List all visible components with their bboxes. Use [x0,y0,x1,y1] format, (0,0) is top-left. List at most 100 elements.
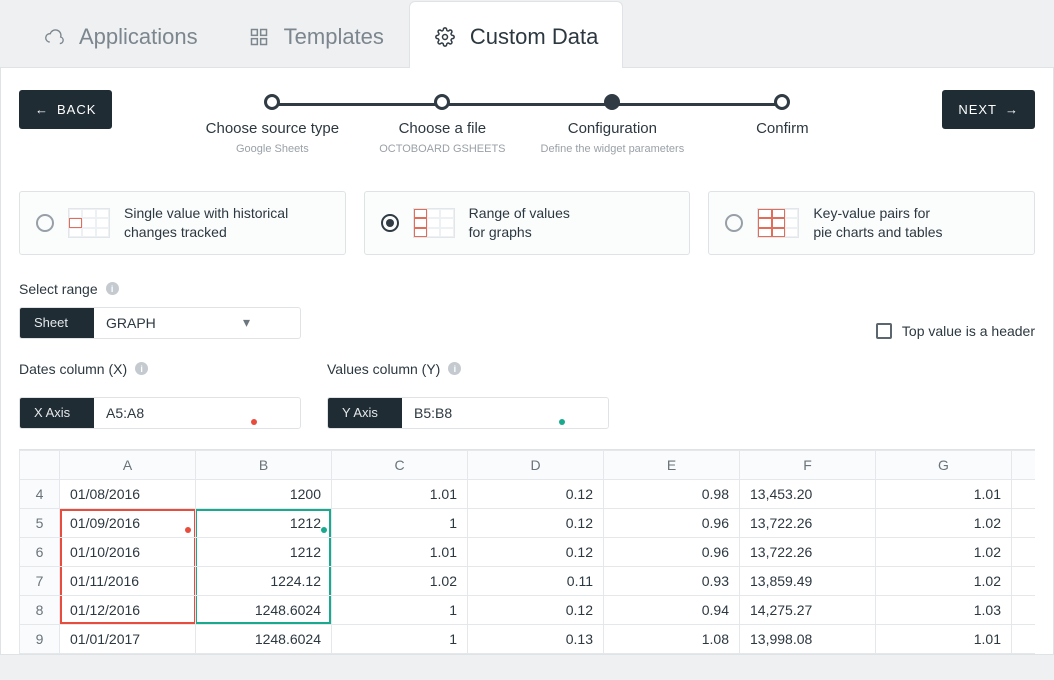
cell[interactable]: 1248.6024 [196,624,332,653]
spreadsheet-preview: A B C D E F G 401/08/201612001.010.120.9… [19,449,1035,654]
cell[interactable]: 1.02 [332,566,468,595]
cell[interactable]: 1.01 [876,624,1012,653]
cell[interactable]: 1.01 [876,479,1012,508]
col-header[interactable]: A [60,450,196,479]
cell[interactable]: 1200 [196,479,332,508]
cell[interactable]: 0.96 [604,508,740,537]
cell[interactable]: 1 [332,624,468,653]
cell[interactable]: 0.12 [468,537,604,566]
cell[interactable]: 1.02 [876,566,1012,595]
step-source-type[interactable]: Choose source type Google Sheets [187,94,357,155]
gear-icon [434,26,456,48]
tab-templates[interactable]: Templates [223,1,409,68]
step-confirm[interactable]: Confirm [697,94,867,143]
table-row[interactable]: 701/11/20161224.121.020.110.9313,859.491… [20,566,1036,595]
table-row[interactable]: 601/10/201612121.010.120.9613,722.261.02 [20,537,1036,566]
step-choose-file[interactable]: Choose a file OCTOBOARD GSHEETS [357,94,527,155]
cell[interactable]: 13,722.26 [740,508,876,537]
cloud-icon [43,26,65,48]
info-icon[interactable]: i [106,282,119,295]
radio-icon [36,214,54,232]
cell[interactable]: 13,859.49 [740,566,876,595]
table-row[interactable]: 801/12/20161248.602410.120.9414,275.271.… [20,595,1036,624]
cell[interactable]: 1212 [196,508,332,537]
cell[interactable]: 0.94 [604,595,740,624]
cell[interactable] [1012,508,1036,537]
cell[interactable]: 01/11/2016 [60,566,196,595]
cell[interactable]: 0.12 [468,479,604,508]
cell[interactable]: 1.02 [876,537,1012,566]
next-button[interactable]: NEXT → [942,90,1035,129]
cell[interactable] [1012,566,1036,595]
col-header[interactable]: C [332,450,468,479]
header-checkbox[interactable]: Top value is a header [876,323,1035,339]
cell[interactable]: 1 [332,595,468,624]
cell[interactable]: 1.02 [876,508,1012,537]
cell[interactable] [1012,537,1036,566]
row-number[interactable]: 5 [20,508,60,537]
cell[interactable] [1012,595,1036,624]
option-range-values[interactable]: Range of valuesfor graphs [364,191,691,255]
table-row[interactable]: 401/08/201612001.010.120.9813,453.201.01 [20,479,1036,508]
cell[interactable]: 0.96 [604,537,740,566]
sheet-select[interactable]: Sheet GRAPH ▾ [19,307,301,339]
row-number[interactable]: 7 [20,566,60,595]
tab-label: Custom Data [470,24,598,50]
checkbox-icon [876,323,892,339]
cell[interactable]: 1.03 [876,595,1012,624]
back-button[interactable]: ← BACK [19,90,112,129]
cell[interactable]: 0.11 [468,566,604,595]
tab-label: Templates [284,24,384,50]
table-row[interactable]: 901/01/20171248.602410.131.0813,998.081.… [20,624,1036,653]
cell[interactable]: 14,275.27 [740,595,876,624]
info-icon[interactable]: i [448,362,461,375]
col-header[interactable]: B [196,450,332,479]
cell[interactable]: 1224.12 [196,566,332,595]
chevron-down-icon: ▾ [243,314,250,331]
cell[interactable]: 13,998.08 [740,624,876,653]
cell[interactable]: 0.93 [604,566,740,595]
cell[interactable]: 1248.6024 [196,595,332,624]
cell[interactable]: 1 [332,508,468,537]
cell[interactable]: 0.12 [468,508,604,537]
row-number[interactable]: 8 [20,595,60,624]
tab-applications[interactable]: Applications [18,1,223,68]
cell[interactable] [1012,479,1036,508]
col-header[interactable]: E [604,450,740,479]
content-panel: ← BACK Choose source type Google Sheets … [0,68,1054,655]
tab-custom-data[interactable]: Custom Data [409,1,623,68]
option-single-value[interactable]: Single value with historicalchanges trac… [19,191,346,255]
arrow-left-icon: ← [35,102,49,117]
row-number[interactable]: 6 [20,537,60,566]
row-number[interactable]: 4 [20,479,60,508]
row-number[interactable]: 9 [20,624,60,653]
cell[interactable]: 01/08/2016 [60,479,196,508]
cell[interactable]: 1.01 [332,537,468,566]
info-icon[interactable]: i [135,362,148,375]
radio-icon [381,214,399,232]
x-axis-input[interactable]: X Axis A5:A8 [19,397,301,429]
col-header[interactable]: G [876,450,1012,479]
y-axis-input[interactable]: Y Axis B5:B8 [327,397,609,429]
option-key-value[interactable]: Key-value pairs forpie charts and tables [708,191,1035,255]
cell[interactable]: 01/09/2016 [60,508,196,537]
cell[interactable]: 0.98 [604,479,740,508]
tab-label: Applications [79,24,198,50]
cell[interactable]: 01/12/2016 [60,595,196,624]
mini-grid-icon [68,208,110,238]
cell[interactable]: 0.12 [468,595,604,624]
cell[interactable]: 01/10/2016 [60,537,196,566]
cell[interactable] [1012,624,1036,653]
cell[interactable]: 13,453.20 [740,479,876,508]
col-header[interactable]: D [468,450,604,479]
cell[interactable]: 0.13 [468,624,604,653]
cell[interactable]: 1.01 [332,479,468,508]
cell[interactable]: 01/01/2017 [60,624,196,653]
grid-icon [248,26,270,48]
col-header[interactable]: F [740,450,876,479]
table-row[interactable]: 501/09/2016121210.120.9613,722.261.02 [20,508,1036,537]
cell[interactable]: 1.08 [604,624,740,653]
cell[interactable]: 13,722.26 [740,537,876,566]
step-configuration[interactable]: Configuration Define the widget paramete… [527,94,697,155]
cell[interactable]: 1212 [196,537,332,566]
